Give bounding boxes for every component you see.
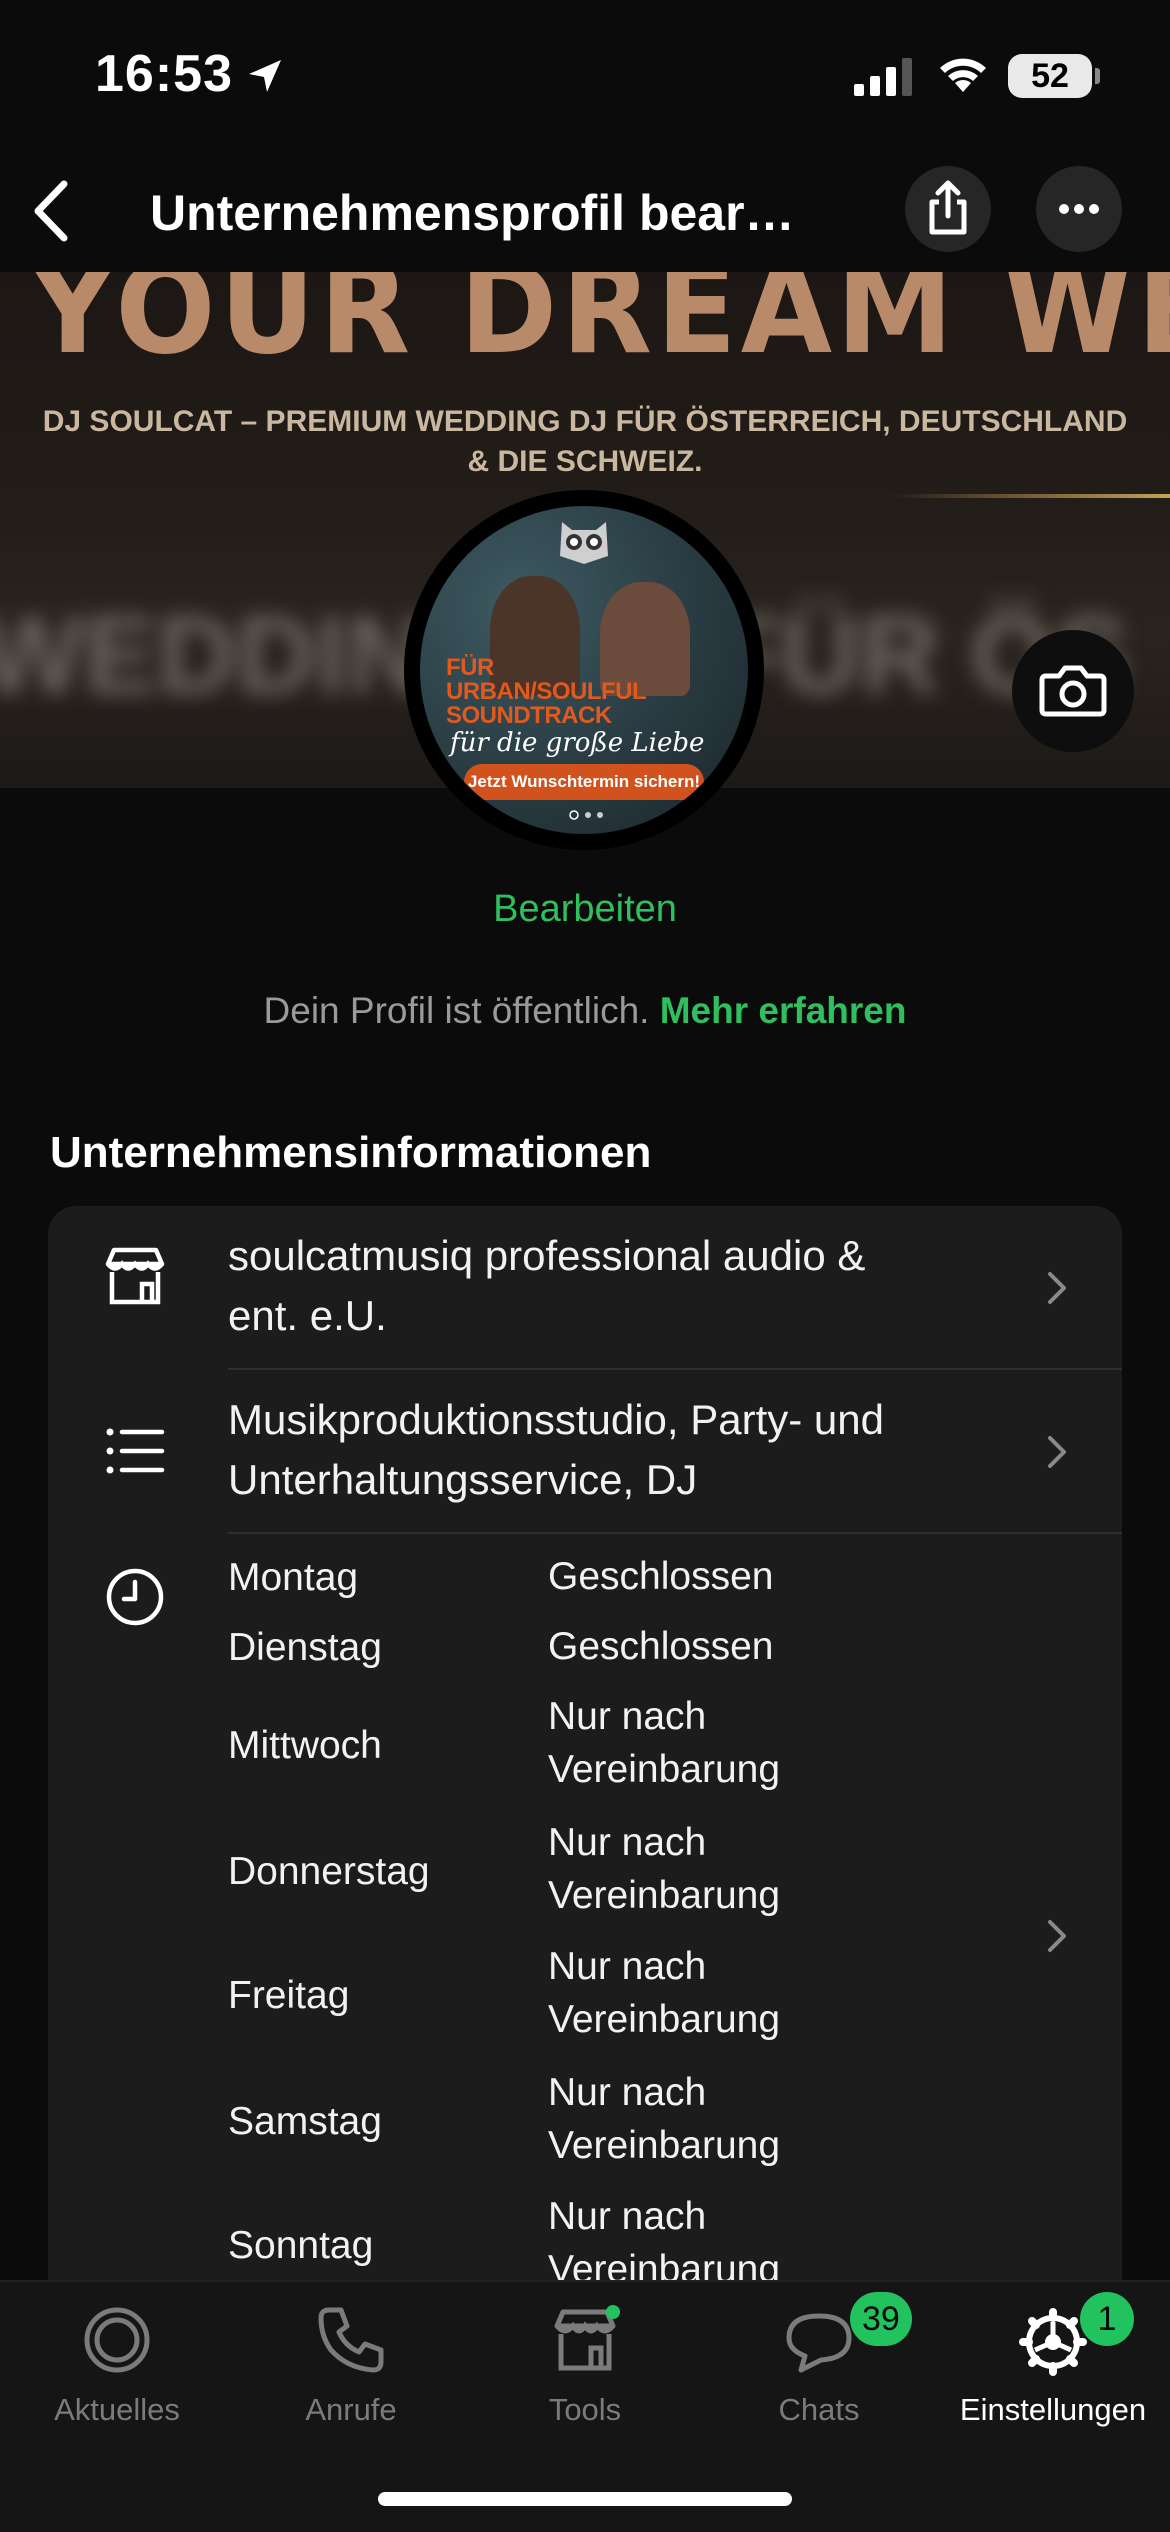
edit-avatar-link[interactable]: Bearbeiten	[0, 888, 1170, 931]
page-title: Unternehmensprofil bear…	[150, 185, 795, 241]
store-icon	[554, 2305, 620, 2371]
tab-label: Chats	[778, 2392, 860, 2427]
signal-icon	[854, 58, 912, 96]
public-profile-note: Dein Profil ist öffentlich. Mehr erfahre…	[0, 990, 1170, 1032]
hours-value: Geschlossen	[548, 1625, 774, 1668]
owl-logo-icon	[560, 522, 608, 564]
wifi-icon	[940, 58, 986, 92]
business-category: Musikproduktionsstudio, Party- und Unter…	[228, 1396, 884, 1503]
hours-day: Mittwoch	[228, 1724, 382, 1767]
learn-more-link[interactable]: Mehr erfahren	[660, 990, 907, 1031]
business-category-row[interactable]: Musikproduktionsstudio, Party- und Unter…	[48, 1370, 1122, 1532]
chats-unread-badge: 39	[850, 2292, 912, 2346]
chevron-right-icon	[1048, 1436, 1066, 1468]
cover-subtitle-line1: DJ SOULCAT – PREMIUM WEDDING DJ FÜR ÖSTE…	[42, 405, 1128, 438]
tab-label: Tools	[548, 2392, 622, 2427]
chevron-right-icon	[1048, 1272, 1066, 1304]
hours-value: Nur nach Vereinbarung	[548, 1695, 781, 1791]
cover-headline: YOUR DREAM WEDDING	[30, 272, 1170, 382]
status-bar: 16:53 52	[0, 0, 1170, 150]
more-dots-icon	[1059, 204, 1099, 214]
carousel-dots-icon	[569, 810, 603, 820]
cover-subtitle-line2: & DIE SCHWEIZ.	[467, 445, 703, 478]
tab-label: Einstellungen	[959, 2392, 1147, 2427]
location-arrow-icon	[249, 60, 281, 92]
status-time: 16:53	[95, 45, 233, 103]
updates-icon	[84, 2307, 150, 2373]
store-icon	[105, 1247, 165, 1305]
business-name-row[interactable]: soulcatmusiq professional audio & ent. e…	[48, 1206, 1122, 1368]
hours-day: Donnerstag	[228, 1850, 430, 1893]
public-profile-text: Dein Profil ist öffentlich.	[263, 990, 650, 1031]
tab-label: Anrufe	[305, 2392, 397, 2427]
business-name: soulcatmusiq professional audio & ent. e…	[228, 1232, 866, 1339]
tab-updates[interactable]: Aktuelles	[0, 2282, 234, 2442]
tab-label: Aktuelles	[54, 2392, 180, 2427]
change-cover-button[interactable]	[1012, 630, 1134, 752]
hours-day: Sonntag	[228, 2224, 374, 2267]
list-icon	[106, 1428, 165, 1474]
tab-calls[interactable]: Anrufe	[234, 2282, 468, 2442]
tab-chats[interactable]: Chats 39	[702, 2282, 936, 2442]
hours-value: Nur nach Vereinbarung	[548, 1821, 781, 1917]
chevron-right-icon	[1048, 1920, 1066, 1952]
clock-icon	[106, 1568, 164, 1626]
avatar-cta-badge: Jetzt Wunschtermin sichern!	[464, 764, 704, 800]
battery-icon: 52	[1008, 54, 1100, 98]
hours-value: Geschlossen	[548, 1555, 774, 1598]
tab-settings[interactable]: Einstellungen 1	[936, 2282, 1170, 2442]
share-icon	[929, 180, 967, 235]
hours-day: Samstag	[228, 2100, 382, 2143]
business-info-card: soulcatmusiq professional audio & ent. e…	[48, 1206, 1122, 2306]
home-indicator	[378, 2492, 792, 2506]
hours-value: Nur nach Vereinbarung	[548, 2071, 781, 2167]
back-chevron-icon[interactable]	[22, 176, 86, 246]
camera-icon	[1039, 665, 1107, 717]
business-hours-row[interactable]: Montag Geschlossen Dienstag Geschlossen …	[48, 1534, 1122, 2306]
cover-subtitle: DJ SOULCAT – PREMIUM WEDDING DJ FÜR ÖSTE…	[0, 402, 1170, 482]
more-options-button[interactable]	[1036, 166, 1122, 252]
phone-icon	[318, 2307, 384, 2373]
hours-day: Freitag	[228, 1974, 350, 2017]
share-button[interactable]	[905, 166, 991, 252]
avatar-promo-text: FÜR URBAN/SOULFUL SOUNDTRACK	[446, 654, 647, 729]
settings-badge: 1	[1080, 2292, 1134, 2346]
section-title: Unternehmensinformationen	[50, 1128, 652, 1177]
avatar-tagline: für die große Liebe	[450, 728, 705, 758]
hours-day: Dienstag	[228, 1626, 382, 1669]
cover-gold-line	[890, 494, 1170, 498]
chat-bubbles-icon	[786, 2313, 852, 2373]
hours-day: Montag	[228, 1556, 359, 1599]
navigation-bar: Unternehmensprofil bear…	[0, 150, 1170, 272]
hours-value: Nur nach Vereinbarung	[548, 1945, 781, 2041]
avatar[interactable]: FÜR URBAN/SOULFUL SOUNDTRACK für die gro…	[420, 506, 748, 834]
tab-tools[interactable]: Tools	[468, 2282, 702, 2442]
